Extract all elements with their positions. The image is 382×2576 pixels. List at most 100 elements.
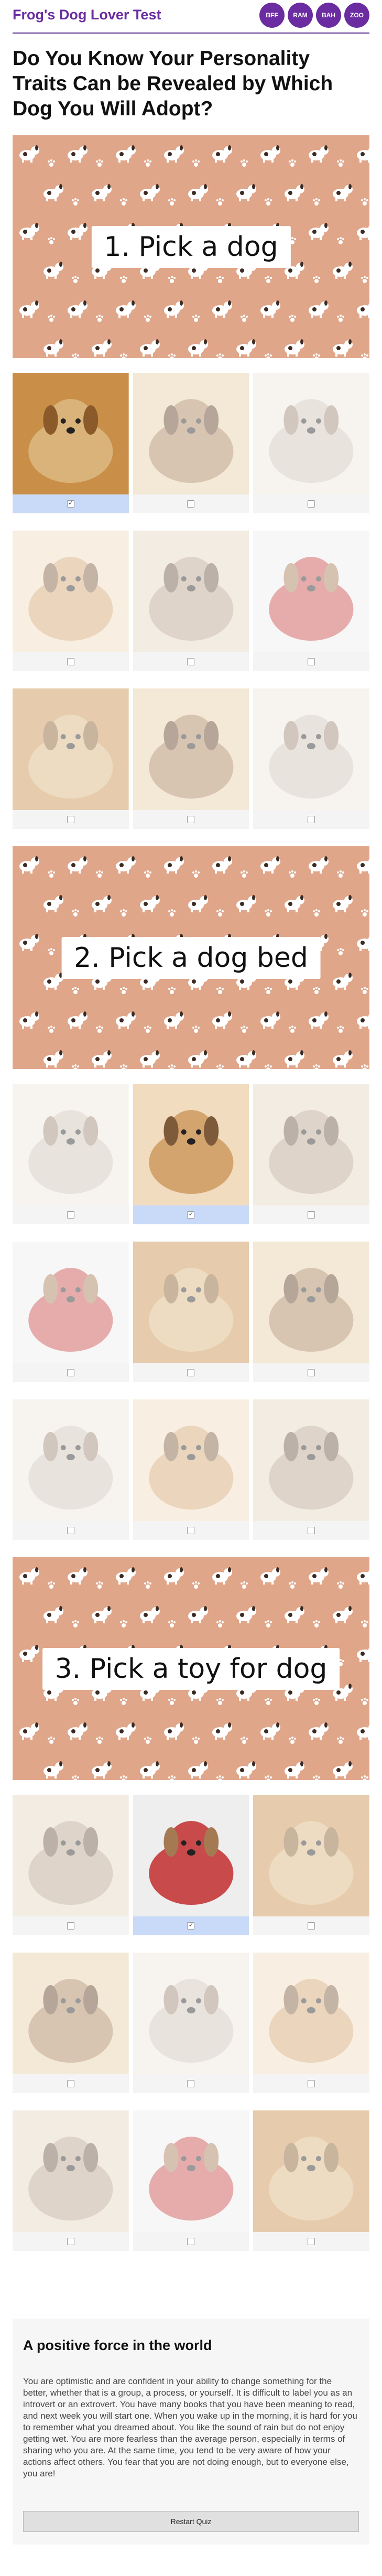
option-checkbox-bar[interactable] — [253, 2232, 369, 2251]
option-checkbox-bar[interactable] — [253, 1521, 369, 1540]
puppy-on-floor-icon[interactable] — [253, 688, 369, 810]
option-tile[interactable] — [253, 1242, 369, 1382]
option-checkbox-bar[interactable] — [133, 1521, 249, 1540]
option-checkbox-bar[interactable] — [253, 1205, 369, 1224]
option-tile[interactable] — [253, 373, 369, 513]
option-checkbox[interactable] — [67, 1369, 74, 1376]
taco-toy-icon[interactable] — [253, 2110, 369, 2232]
option-checkbox-bar[interactable] — [13, 2074, 129, 2093]
option-checkbox[interactable] — [187, 816, 195, 823]
option-tile[interactable] — [253, 1953, 369, 2093]
option-checkbox[interactable] — [308, 2238, 315, 2245]
option-checkbox-bar[interactable] — [13, 1205, 129, 1224]
sleeping-dog-icon[interactable] — [253, 373, 369, 494]
option-checkbox[interactable] — [308, 1369, 315, 1376]
option-checkbox-bar[interactable] — [253, 652, 369, 671]
golden-retriever-puppy-icon[interactable] — [13, 373, 129, 494]
option-checkbox[interactable] — [67, 2238, 74, 2245]
social-button-ram[interactable]: RAM — [288, 3, 313, 28]
site-title[interactable]: Frog's Dog Lover Test — [13, 7, 161, 23]
option-tile[interactable] — [133, 373, 249, 513]
option-checkbox-bar[interactable]: ✓ — [13, 494, 129, 513]
option-tile[interactable]: ✓ — [13, 373, 129, 513]
option-tile[interactable] — [253, 1795, 369, 1935]
duck-toy-icon[interactable] — [133, 2110, 249, 2232]
option-checkbox[interactable]: ✓ — [187, 1211, 195, 1219]
tent-bed-icon[interactable] — [13, 1399, 129, 1521]
burger-dog-bed-icon[interactable] — [133, 1242, 249, 1363]
cat-shaped-bed-icon[interactable] — [133, 1399, 249, 1521]
option-tile[interactable] — [133, 688, 249, 829]
option-tile[interactable] — [133, 531, 249, 671]
option-checkbox[interactable] — [187, 1527, 195, 1534]
option-checkbox-bar[interactable] — [13, 810, 129, 829]
restart-quiz-button[interactable]: Restart Quiz — [23, 2511, 359, 2532]
option-checkbox[interactable] — [308, 816, 315, 823]
dog-in-cart-icon[interactable] — [253, 531, 369, 652]
option-tile[interactable] — [253, 531, 369, 671]
option-checkbox-bar[interactable] — [133, 494, 249, 513]
option-tile[interactable] — [133, 1399, 249, 1540]
option-checkbox[interactable] — [187, 2238, 195, 2245]
tan-dog-smiling-icon[interactable] — [133, 373, 249, 494]
option-checkbox[interactable] — [187, 658, 195, 665]
option-checkbox-bar[interactable] — [133, 1363, 249, 1382]
option-checkbox-bar[interactable] — [133, 652, 249, 671]
option-checkbox[interactable] — [187, 2080, 195, 2087]
white-blanket-bed-icon[interactable] — [253, 1084, 369, 1205]
social-button-zoo[interactable]: ZOO — [344, 3, 369, 28]
red-dog-bed-icon[interactable] — [133, 1084, 249, 1205]
option-checkbox[interactable] — [67, 816, 74, 823]
option-tile[interactable]: ✓ — [133, 1084, 249, 1224]
option-checkbox-bar[interactable] — [133, 2232, 249, 2251]
rope-toy-icon[interactable] — [13, 2110, 129, 2232]
big-ball-toy-icon[interactable] — [13, 1953, 129, 2074]
option-checkbox-bar[interactable] — [13, 2232, 129, 2251]
option-tile[interactable] — [13, 1242, 129, 1382]
option-tile[interactable] — [13, 1795, 129, 1935]
option-checkbox-bar[interactable] — [13, 1363, 129, 1382]
option-checkbox-bar[interactable]: ✓ — [133, 1916, 249, 1935]
raised-cot-bed-icon[interactable] — [253, 1399, 369, 1521]
option-checkbox[interactable] — [67, 1922, 74, 1930]
option-checkbox[interactable] — [308, 658, 315, 665]
option-tile[interactable] — [13, 688, 129, 829]
option-checkbox-bar[interactable] — [253, 810, 369, 829]
dog-with-toy-icon[interactable] — [133, 531, 249, 652]
option-checkbox[interactable] — [308, 1527, 315, 1534]
option-checkbox-bar[interactable] — [13, 652, 129, 671]
option-checkbox[interactable] — [187, 500, 195, 508]
option-checkbox-bar[interactable] — [13, 1916, 129, 1935]
teepee-bed-icon[interactable] — [253, 1242, 369, 1363]
option-checkbox[interactable] — [187, 1369, 195, 1376]
option-tile[interactable]: ✓ — [133, 1795, 249, 1935]
option-checkbox[interactable] — [67, 1211, 74, 1219]
option-tile[interactable] — [13, 1953, 129, 2093]
option-checkbox-bar[interactable]: ✓ — [133, 1205, 249, 1224]
option-tile[interactable] — [133, 2110, 249, 2251]
option-tile[interactable] — [253, 1084, 369, 1224]
lab-with-shoe-icon[interactable] — [133, 1795, 249, 1916]
black-puppy-icon[interactable] — [133, 688, 249, 810]
option-checkbox-bar[interactable] — [13, 1521, 129, 1540]
burger-toy-icon[interactable] — [133, 1953, 249, 2074]
round-dog-bed-icon[interactable] — [13, 1084, 129, 1205]
golden-dog-icon[interactable] — [13, 531, 129, 652]
option-checkbox-bar[interactable] — [133, 810, 249, 829]
option-checkbox[interactable]: ✓ — [187, 1922, 195, 1930]
social-button-bff[interactable]: BFF — [259, 3, 285, 28]
option-tile[interactable] — [13, 1084, 129, 1224]
pretzel-toy-icon[interactable] — [253, 1953, 369, 2074]
option-checkbox-bar[interactable] — [253, 1363, 369, 1382]
option-tile[interactable] — [253, 2110, 369, 2251]
option-tile[interactable] — [13, 531, 129, 671]
option-checkbox-bar[interactable] — [133, 2074, 249, 2093]
dog-with-glasses-icon[interactable] — [13, 688, 129, 810]
option-checkbox[interactable] — [67, 658, 74, 665]
option-tile[interactable] — [253, 1399, 369, 1540]
option-checkbox[interactable] — [308, 1211, 315, 1219]
option-tile[interactable] — [133, 1242, 249, 1382]
option-checkbox[interactable] — [308, 500, 315, 508]
social-button-bah[interactable]: BAH — [316, 3, 341, 28]
option-checkbox-bar[interactable] — [253, 2074, 369, 2093]
